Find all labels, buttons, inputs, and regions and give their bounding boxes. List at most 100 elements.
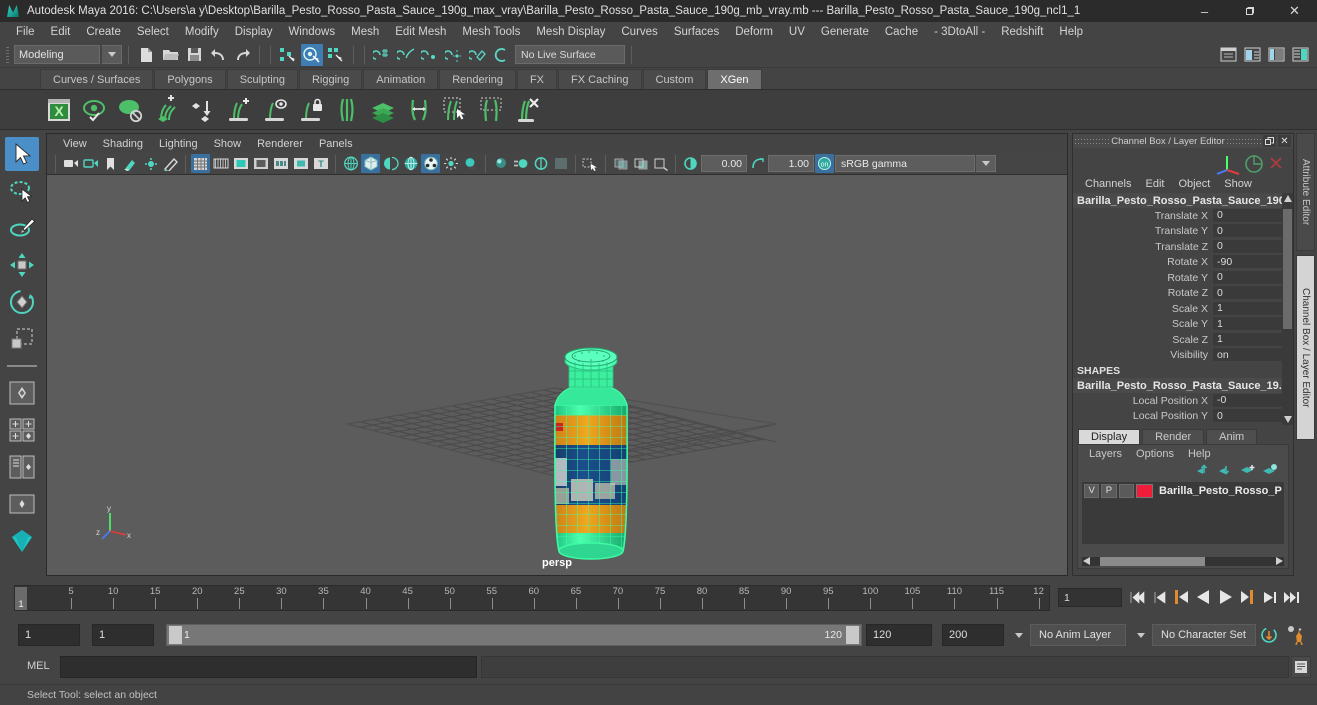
toolbar-grip[interactable] bbox=[4, 44, 12, 66]
go-to-start-icon[interactable] bbox=[1128, 587, 1147, 607]
range-start-time-field[interactable]: 1 bbox=[92, 624, 154, 646]
resolution-gate-icon[interactable] bbox=[231, 154, 250, 173]
menu-uv[interactable]: UV bbox=[781, 24, 813, 40]
channel-value[interactable]: 0 bbox=[1213, 286, 1293, 301]
channel-row-scale-x[interactable]: Scale X 1 bbox=[1073, 301, 1293, 317]
channel-row-rotate-x[interactable]: Rotate X -90 bbox=[1073, 255, 1293, 271]
layer-menu-help[interactable]: Help bbox=[1183, 447, 1216, 461]
layer-name[interactable]: Barilla_Pesto_Rosso_Past bbox=[1155, 485, 1282, 497]
xray-icon[interactable] bbox=[611, 154, 630, 173]
current-frame-field[interactable]: 1 bbox=[1058, 588, 1122, 607]
channel-value[interactable]: 0 bbox=[1213, 239, 1293, 254]
layer-tab-display[interactable]: Display bbox=[1078, 429, 1141, 444]
save-scene-icon[interactable] bbox=[183, 44, 205, 66]
command-input-field[interactable] bbox=[60, 656, 477, 678]
channel-value[interactable]: 1 bbox=[1213, 301, 1293, 316]
menu-redshift[interactable]: Redshift bbox=[993, 24, 1051, 40]
channel-row-translate-y[interactable]: Translate Y 0 bbox=[1073, 224, 1293, 240]
cut-guides-icon[interactable] bbox=[476, 95, 506, 125]
channel-menu-edit[interactable]: Edit bbox=[1139, 177, 1170, 191]
rotate-tool[interactable] bbox=[5, 285, 39, 319]
channel-box-icon[interactable] bbox=[1289, 44, 1311, 66]
channel-menu-channels[interactable]: Channels bbox=[1079, 177, 1137, 191]
depth-of-field-icon[interactable] bbox=[551, 154, 570, 173]
move-layer-down-icon[interactable] bbox=[1218, 463, 1234, 479]
two-d-pan-zoom-icon[interactable] bbox=[141, 154, 160, 173]
channel-row-scale-y[interactable]: Scale Y 1 bbox=[1073, 317, 1293, 333]
isolate-select-icon[interactable] bbox=[581, 154, 600, 173]
layer-row[interactable]: V P Barilla_Pesto_Rosso_Past bbox=[1082, 482, 1284, 499]
menu-create[interactable]: Create bbox=[78, 24, 129, 40]
channel-row-visibility[interactable]: Visibility on bbox=[1073, 348, 1293, 364]
gate-mask-icon[interactable] bbox=[251, 154, 270, 173]
open-scene-icon[interactable] bbox=[159, 44, 181, 66]
panel-drag-handle-left[interactable] bbox=[1075, 136, 1109, 146]
layer-color-swatch[interactable] bbox=[1135, 483, 1153, 498]
shelf-tab-polygons[interactable]: Polygons bbox=[154, 69, 226, 89]
step-back-keyframe-icon[interactable] bbox=[1150, 587, 1169, 607]
select-camera-icon[interactable] bbox=[61, 154, 80, 173]
screen-space-ao-icon[interactable] bbox=[491, 154, 510, 173]
menu-edit-mesh[interactable]: Edit Mesh bbox=[387, 24, 454, 40]
make-live-icon[interactable] bbox=[491, 44, 513, 66]
scroll-down-arrow-icon[interactable] bbox=[1282, 414, 1293, 425]
select-by-hierarchy-icon[interactable] bbox=[277, 44, 299, 66]
layer-playback-toggle[interactable]: P bbox=[1101, 483, 1117, 498]
step-back-frame-icon[interactable] bbox=[1172, 587, 1191, 607]
move-layer-up-icon[interactable] bbox=[1196, 463, 1212, 479]
wireframe-icon[interactable] bbox=[341, 154, 360, 173]
menu-windows[interactable]: Windows bbox=[280, 24, 343, 40]
go-to-end-icon[interactable] bbox=[1282, 587, 1301, 607]
range-start-handle[interactable] bbox=[169, 626, 182, 644]
disable-preview-icon[interactable] bbox=[116, 95, 146, 125]
viewport-menu-renderer[interactable]: Renderer bbox=[249, 137, 311, 151]
persp-outliner-layout[interactable] bbox=[5, 450, 39, 484]
menu-surfaces[interactable]: Surfaces bbox=[666, 24, 727, 40]
show-hide-editor-icon[interactable] bbox=[1217, 44, 1239, 66]
select-by-object-icon[interactable] bbox=[301, 43, 323, 66]
xray-active-components-icon[interactable] bbox=[651, 154, 670, 173]
range-slider-bar[interactable]: 1 120 bbox=[166, 624, 862, 646]
delete-guides-icon[interactable] bbox=[512, 95, 542, 125]
bookmarks-icon[interactable] bbox=[101, 154, 120, 173]
viewport-menu-panels[interactable]: Panels bbox=[311, 137, 361, 151]
tool-settings-icon[interactable] bbox=[1265, 44, 1287, 66]
hypershade-layout[interactable] bbox=[5, 524, 39, 558]
scale-tool[interactable] bbox=[5, 322, 39, 356]
channel-value[interactable]: on bbox=[1213, 348, 1293, 363]
channel-row-scale-z[interactable]: Scale Z 1 bbox=[1073, 332, 1293, 348]
grease-pencil-icon[interactable] bbox=[161, 154, 180, 173]
convert-to-interactive-icon[interactable] bbox=[188, 95, 218, 125]
shelf-tab-fx-caching[interactable]: FX Caching bbox=[558, 69, 642, 89]
channel-row-translate-x[interactable]: Translate X 0 bbox=[1073, 208, 1293, 224]
multisample-aa-icon[interactable] bbox=[531, 154, 550, 173]
shade-selected-icon[interactable] bbox=[381, 154, 400, 173]
menu-select[interactable]: Select bbox=[129, 24, 177, 40]
color-management-dropdown-arrow[interactable] bbox=[976, 155, 996, 172]
persp-graph-layout[interactable] bbox=[5, 487, 39, 521]
menu-mesh-tools[interactable]: Mesh Tools bbox=[454, 24, 528, 40]
layer-tab-render[interactable]: Render bbox=[1142, 429, 1205, 444]
xgen-editor-icon[interactable]: X bbox=[44, 95, 74, 125]
auto-keyframe-icon[interactable] bbox=[1260, 626, 1278, 647]
menu-curves[interactable]: Curves bbox=[613, 24, 665, 40]
layer-visibility-toggle[interactable]: V bbox=[1084, 483, 1100, 498]
scroll-left-arrow-icon[interactable] bbox=[1083, 556, 1090, 568]
lock-guides-icon[interactable] bbox=[296, 95, 326, 125]
paint-select-tool[interactable] bbox=[5, 211, 39, 245]
menu-help[interactable]: Help bbox=[1051, 24, 1091, 40]
select-by-component-icon[interactable] bbox=[325, 44, 347, 66]
menu-set-selector[interactable]: Modeling bbox=[14, 45, 100, 64]
current-time-indicator[interactable]: 1 bbox=[15, 587, 27, 610]
channel-value[interactable]: 1 bbox=[1213, 332, 1293, 347]
scroll-up-arrow-icon[interactable] bbox=[1282, 193, 1293, 204]
color-management-toggle-icon[interactable]: on bbox=[815, 154, 834, 173]
comb-brush-icon[interactable] bbox=[332, 95, 362, 125]
channel-menu-show[interactable]: Show bbox=[1218, 177, 1258, 191]
shelf-tab-custom[interactable]: Custom bbox=[642, 69, 707, 89]
shelf-tab-rendering[interactable]: Rendering bbox=[439, 69, 516, 89]
redo-icon[interactable] bbox=[231, 44, 253, 66]
channel-row-translate-z[interactable]: Translate Z 0 bbox=[1073, 239, 1293, 255]
lasso-select-tool[interactable] bbox=[5, 174, 39, 208]
perspective-viewport[interactable]: y x z persp bbox=[47, 175, 1067, 575]
